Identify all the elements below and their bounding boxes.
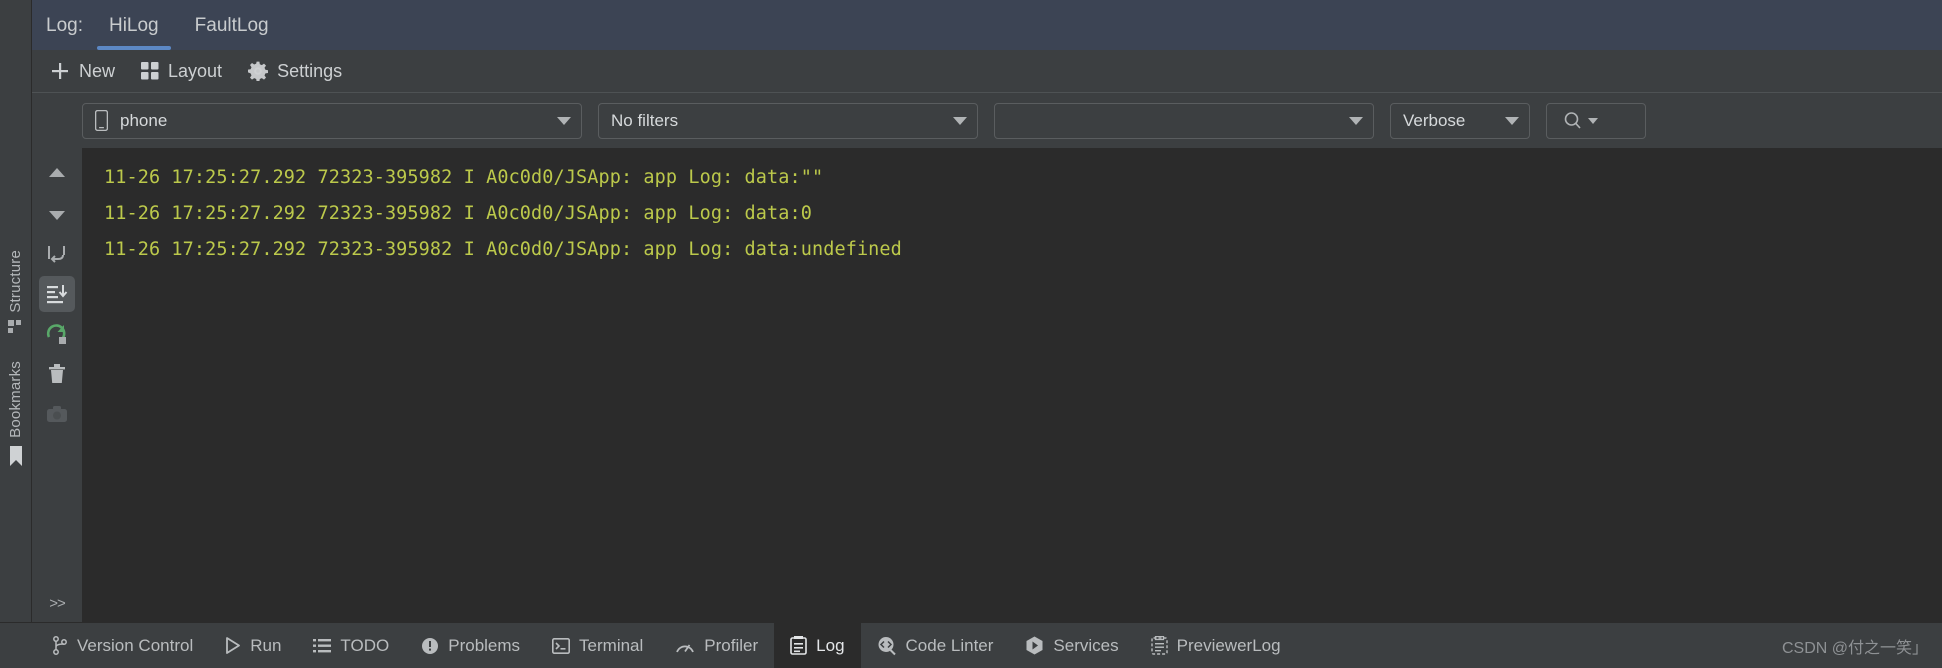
log-line: 11-26 17:25:27.292 72323-395982 I A0c0d0…: [104, 203, 812, 224]
package-selector[interactable]: [994, 102, 1374, 139]
log-level-value: Verbose: [1403, 110, 1466, 130]
chevron-down-icon: [557, 116, 571, 125]
soft-wrap-icon[interactable]: [39, 236, 75, 272]
chevron-down-icon: [1588, 117, 1598, 124]
log-level-selector[interactable]: Verbose: [1390, 102, 1530, 139]
csdn-watermark: CSDN @付之一笑」: [1782, 623, 1942, 668]
status-item-label: Run: [250, 635, 282, 655]
play-icon: [225, 637, 241, 654]
bookmark-icon: [8, 445, 24, 467]
structure-icon: [8, 319, 23, 335]
layout-button-label: Layout: [168, 60, 223, 81]
status-item-terminal[interactable]: Terminal: [536, 623, 659, 668]
layout-button[interactable]: Layout: [141, 61, 222, 82]
log-gutter-toolbar: >>: [32, 148, 82, 622]
gear-icon: [248, 61, 269, 81]
scroll-to-end-icon[interactable]: [39, 276, 75, 312]
left-tool-rail: Structure Bookmarks: [0, 0, 32, 622]
tab-faultlog[interactable]: FaultLog: [177, 15, 287, 50]
clear-all-icon[interactable]: [39, 356, 75, 392]
tab-hilog-label: HiLog: [108, 15, 159, 36]
watermark-text: CSDN @付之一笑」: [1781, 639, 1928, 657]
tab-hilog[interactable]: HiLog: [91, 15, 177, 50]
rail-item-structure[interactable]: Structure: [7, 250, 24, 335]
status-item-todo[interactable]: TODO: [297, 623, 405, 668]
status-item-run[interactable]: Run: [209, 623, 297, 668]
status-item-problems[interactable]: Problems: [405, 623, 536, 668]
bottom-tool-window-bar: Version Control Run TODO Problems Termin…: [0, 622, 1942, 668]
chevron-down-icon: [1349, 116, 1363, 125]
rail-item-bookmarks[interactable]: Bookmarks: [7, 361, 24, 467]
rail-bookmarks-label: Bookmarks: [7, 360, 24, 438]
device-selector-value: phone: [120, 110, 168, 130]
status-item-label: Profiler: [704, 635, 759, 655]
gutter-more-button[interactable]: >>: [49, 595, 66, 612]
log-output-view[interactable]: 11-26 17:25:27.292 72323-395982 I A0c0d0…: [82, 148, 1942, 622]
grid-icon: [141, 62, 159, 80]
log-tabs-strip: Log: HiLog FaultLog: [32, 0, 1942, 50]
status-item-label: Problems: [448, 635, 521, 655]
log-line: 11-26 17:25:27.292 72323-395982 I A0c0d0…: [104, 167, 824, 188]
ide-log-tool-window: Structure Bookmarks Log: HiLog FaultLog …: [0, 0, 1942, 668]
settings-button[interactable]: Settings: [248, 61, 342, 82]
phone-icon: [95, 110, 108, 131]
plus-icon: [50, 61, 70, 81]
status-item-version-control[interactable]: Version Control: [36, 623, 209, 668]
status-item-log[interactable]: Log: [774, 623, 861, 668]
log-tool-window: Log: HiLog FaultLog New Layout Settings …: [32, 0, 1942, 622]
chevron-down-icon: [953, 116, 967, 125]
new-button-label: New: [79, 60, 116, 81]
device-selector[interactable]: phone: [82, 102, 582, 139]
log-tabs-title: Log:: [46, 15, 83, 36]
branch-icon: [52, 636, 68, 655]
filter-selector-value: No filters: [611, 110, 679, 130]
gauge-icon: [675, 638, 695, 654]
list-icon: [313, 638, 332, 654]
restart-icon[interactable]: [39, 316, 75, 352]
scroll-up-icon[interactable]: [39, 156, 75, 192]
screenshot-icon[interactable]: [39, 396, 75, 432]
status-item-label: Log: [816, 635, 845, 655]
chevron-down-icon: [1505, 116, 1519, 125]
warning-icon: [421, 637, 439, 655]
terminal-icon: [552, 637, 571, 654]
log-action-toolbar: New Layout Settings: [32, 50, 1942, 92]
status-item-label: Services: [1053, 635, 1119, 655]
services-icon: [1025, 636, 1044, 655]
main-body: Structure Bookmarks Log: HiLog FaultLog …: [0, 0, 1942, 622]
status-item-label: PreviewerLog: [1176, 635, 1281, 655]
new-button[interactable]: New: [50, 61, 115, 82]
status-item-profiler[interactable]: Profiler: [659, 623, 774, 668]
filter-selector[interactable]: No filters: [598, 102, 978, 139]
log-filter-row: phone No filters Verbose: [32, 92, 1942, 148]
settings-button-label: Settings: [277, 60, 343, 81]
code-search-icon: [877, 636, 897, 656]
status-item-label: Terminal: [579, 635, 644, 655]
log-console-area: >> 11-26 17:25:27.292 72323-395982 I A0c…: [32, 148, 1942, 622]
previewer-log-icon: [1150, 636, 1168, 655]
rail-structure-label: Structure: [7, 250, 24, 313]
tab-faultlog-label: FaultLog: [194, 15, 269, 36]
log-icon: [790, 636, 807, 655]
status-item-label: Version Control: [77, 635, 194, 655]
status-item-label: TODO: [340, 635, 390, 655]
status-item-label: Code Linter: [905, 635, 994, 655]
status-item-code-linter[interactable]: Code Linter: [861, 623, 1010, 668]
scroll-down-icon[interactable]: [39, 196, 75, 232]
status-item-services[interactable]: Services: [1009, 623, 1134, 668]
search-icon: [1563, 111, 1585, 131]
status-item-previewer-log[interactable]: PreviewerLog: [1135, 623, 1297, 668]
search-input[interactable]: [1546, 102, 1646, 139]
log-line: 11-26 17:25:27.292 72323-395982 I A0c0d0…: [104, 239, 902, 260]
